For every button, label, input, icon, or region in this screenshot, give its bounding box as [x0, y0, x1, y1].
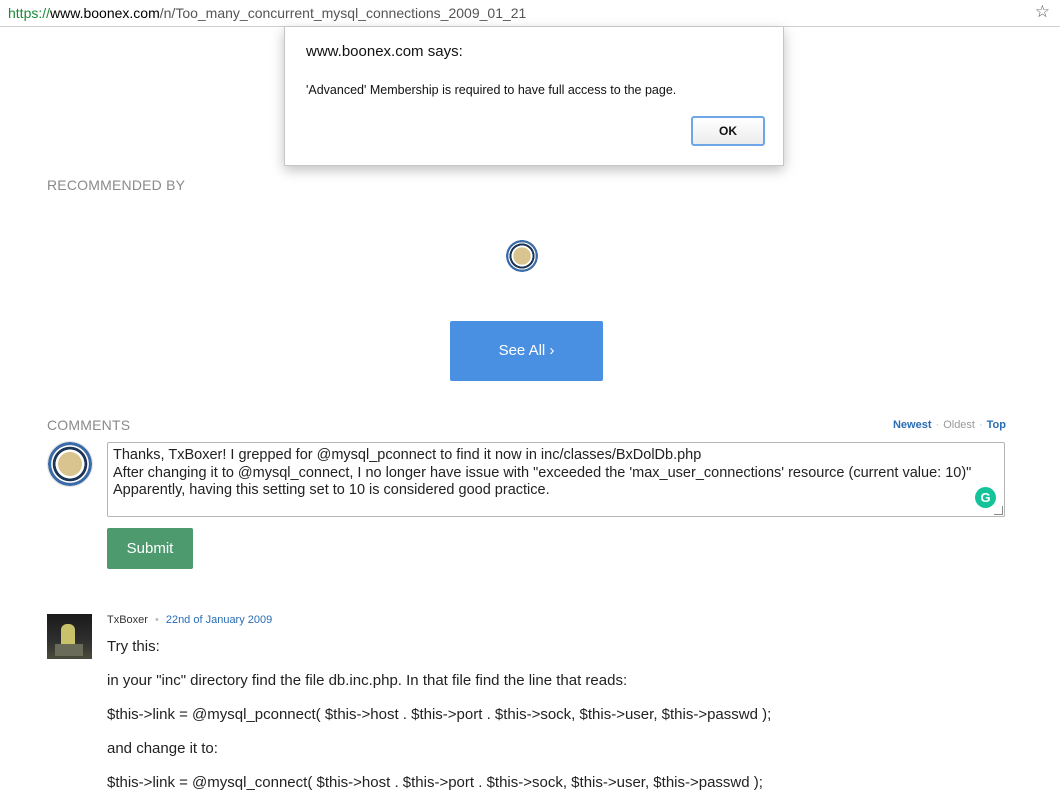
comment-meta: TxBoxer • 22nd of January 2009: [107, 614, 272, 626]
comment-line: $this->link = @mysql_pconnect( $this->ho…: [107, 706, 772, 723]
dialog-message: 'Advanced' Membership is required to hav…: [306, 83, 677, 97]
url-scheme: https://: [8, 5, 51, 21]
meta-separator: •: [154, 614, 159, 626]
comment-sort-links: Newest · Oldest · Top: [893, 419, 1006, 431]
recommender-avatar[interactable]: [506, 240, 538, 272]
address-bar[interactable]: https://www.boonex.com/n/Too_many_concur…: [0, 0, 1060, 27]
comment-date[interactable]: 22nd of January 2009: [166, 614, 272, 626]
url-text[interactable]: https://www.boonex.com/n/Too_many_concur…: [8, 5, 526, 21]
ok-button[interactable]: OK: [691, 116, 765, 146]
sort-newest-link[interactable]: Newest: [893, 419, 932, 431]
comment-line: Try this:: [107, 638, 160, 655]
comment-draft-line: Thanks, TxBoxer! I grepped for @mysql_pc…: [113, 447, 702, 463]
comment-line: $this->link = @mysql_connect( $this->hos…: [107, 774, 763, 791]
comment-line: in your "inc" directory find the file db…: [107, 672, 628, 689]
comment-line: and change it to:: [107, 740, 218, 757]
sort-separator: ·: [935, 419, 940, 431]
avatar-figure: [61, 624, 75, 646]
comment-author[interactable]: TxBoxer: [107, 614, 148, 626]
star-icon[interactable]: ☆: [1035, 2, 1050, 22]
sort-separator: ·: [978, 419, 983, 431]
dialog-title: www.boonex.com says:: [306, 43, 463, 60]
url-host: www.boonex.com: [50, 5, 160, 21]
see-all-button[interactable]: See All ›: [450, 321, 603, 381]
current-user-avatar: [47, 441, 93, 487]
url-path: /n/Too_many_concurrent_mysql_connections…: [159, 5, 527, 21]
comments-heading: COMMENTS: [47, 417, 131, 433]
comment-textarea[interactable]: Thanks, TxBoxer! I grepped for @mysql_pc…: [107, 442, 1005, 517]
avatar-base: [55, 644, 83, 656]
sort-oldest-link[interactable]: Oldest: [943, 419, 975, 431]
commenter-avatar[interactable]: [47, 614, 92, 659]
submit-button[interactable]: Submit: [107, 528, 193, 569]
comment-draft-line: Apparently, having this setting set to 1…: [113, 482, 550, 498]
resize-handle[interactable]: [994, 506, 1003, 515]
recommended-heading: RECOMMENDED BY: [47, 177, 186, 193]
sort-top-link[interactable]: Top: [987, 419, 1006, 431]
comment-draft-line: After changing it to @mysql_connect, I n…: [113, 464, 972, 481]
alert-dialog: www.boonex.com says: 'Advanced' Membersh…: [284, 27, 784, 166]
grammarly-icon[interactable]: G: [975, 487, 996, 508]
